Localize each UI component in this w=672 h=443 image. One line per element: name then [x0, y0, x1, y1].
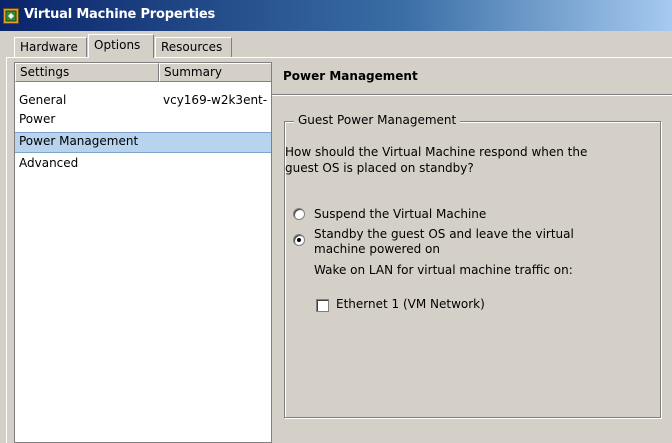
row-summary: vcy169-w2k3ent-	[163, 93, 268, 107]
detail-panel: Power Management Guest Power Management …	[272, 62, 672, 443]
row-setting: Advanced	[19, 156, 79, 170]
window-titlebar[interactable]: Virtual Machine Properties	[0, 0, 672, 31]
tab-hardware[interactable]: Hardware	[14, 37, 87, 57]
row-setting: Power Management	[19, 134, 139, 148]
settings-list[interactable]: Settings Summary General vcy169-w2k3ent-…	[14, 62, 272, 443]
suspend-radio[interactable]	[293, 208, 305, 220]
tab-resources-label: Resources	[161, 40, 223, 54]
suspend-label[interactable]: Suspend the Virtual Machine	[314, 207, 486, 221]
group-label: Guest Power Management	[294, 113, 461, 127]
window-title: Virtual Machine Properties	[24, 7, 216, 22]
column-header-summary[interactable]: Summary	[159, 63, 271, 82]
radio-selected-dot	[297, 238, 301, 242]
column-header-settings-label: Settings	[20, 65, 70, 79]
tab-hardware-label: Hardware	[20, 40, 78, 54]
tab-options[interactable]: Options	[88, 34, 154, 58]
column-header-settings[interactable]: Settings	[15, 63, 159, 82]
list-row-advanced[interactable]: Advanced	[15, 154, 271, 173]
ethernet-1-checkbox[interactable]	[316, 299, 329, 312]
tab-resources[interactable]: Resources	[155, 37, 232, 57]
question-line-1: How should the Virtual Machine respond w…	[285, 145, 588, 159]
list-row-power-management[interactable]: Power Management	[15, 132, 271, 153]
vm-app-icon	[3, 8, 19, 24]
standby-radio[interactable]	[293, 234, 305, 246]
column-header-summary-label: Summary	[164, 65, 222, 79]
question-line-2: guest OS is placed on standby?	[285, 161, 474, 175]
list-row-general[interactable]: General vcy169-w2k3ent-	[15, 91, 271, 110]
standby-label-line-2[interactable]: machine powered on	[314, 242, 440, 256]
row-setting: Power	[19, 112, 56, 126]
ethernet-1-label[interactable]: Ethernet 1 (VM Network)	[336, 297, 485, 311]
list-header: Settings Summary	[15, 63, 271, 82]
tab-options-label: Options	[94, 38, 141, 52]
title-divider	[272, 94, 672, 96]
wake-on-lan-label: Wake on LAN for virtual machine traffic …	[314, 263, 573, 277]
section-title: Power Management	[283, 69, 418, 83]
list-row-power[interactable]: Power	[15, 110, 271, 129]
standby-label-line-1[interactable]: Standby the guest OS and leave the virtu…	[314, 227, 574, 241]
row-setting: General	[19, 93, 67, 107]
